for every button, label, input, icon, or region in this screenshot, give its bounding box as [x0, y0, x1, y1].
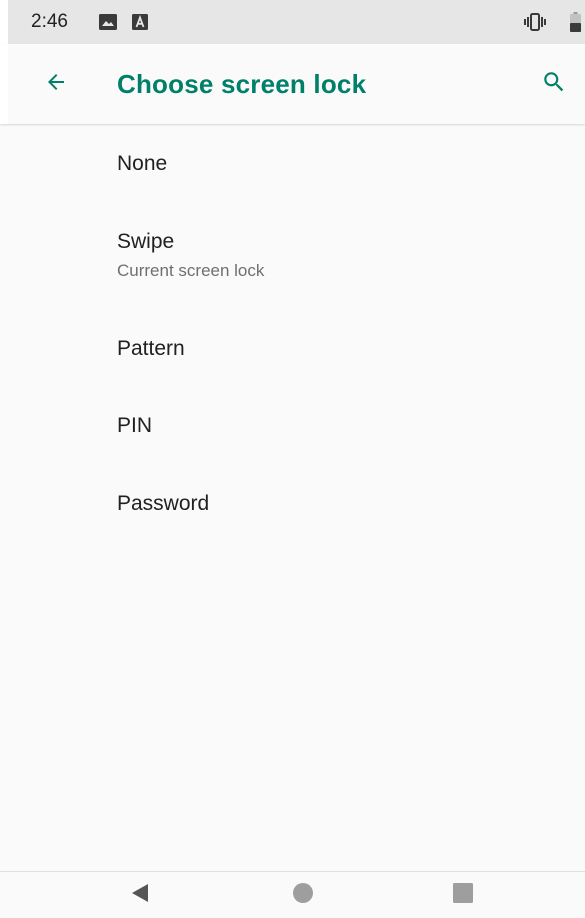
option-swipe[interactable]: Swipe Current screen lock [8, 202, 585, 314]
option-title: Password [117, 492, 210, 515]
option-pattern[interactable]: Pattern [8, 314, 585, 392]
option-title: Pattern [117, 337, 185, 360]
navigation-bar [0, 871, 585, 917]
nav-recents-icon [453, 882, 473, 908]
battery-icon [570, 12, 581, 37]
search-button[interactable] [534, 64, 574, 104]
option-none[interactable]: None [8, 124, 585, 202]
nav-home-icon [292, 882, 314, 909]
back-arrow-icon [44, 70, 68, 99]
search-icon [541, 69, 567, 100]
option-title: None [117, 152, 168, 175]
nav-back-button[interactable] [110, 872, 170, 918]
a-icon [132, 14, 148, 35]
page-title: Choose screen lock [117, 69, 367, 99]
app-bar: Choose screen lock [0, 44, 585, 124]
image-icon [99, 14, 117, 35]
vibrate-icon [524, 13, 546, 36]
nav-back-icon [129, 882, 151, 909]
option-title: PIN [117, 414, 153, 437]
nav-home-button[interactable] [273, 872, 333, 918]
option-summary: Current screen lock [117, 261, 265, 280]
status-time: 2:46 [31, 11, 68, 32]
option-title: Swipe [117, 230, 175, 253]
nav-recents-button[interactable] [433, 872, 493, 918]
option-password[interactable]: Password [8, 470, 585, 548]
option-pin[interactable]: PIN [8, 392, 585, 470]
status-bar: 2:46 [0, 0, 585, 44]
back-button[interactable] [36, 64, 76, 104]
